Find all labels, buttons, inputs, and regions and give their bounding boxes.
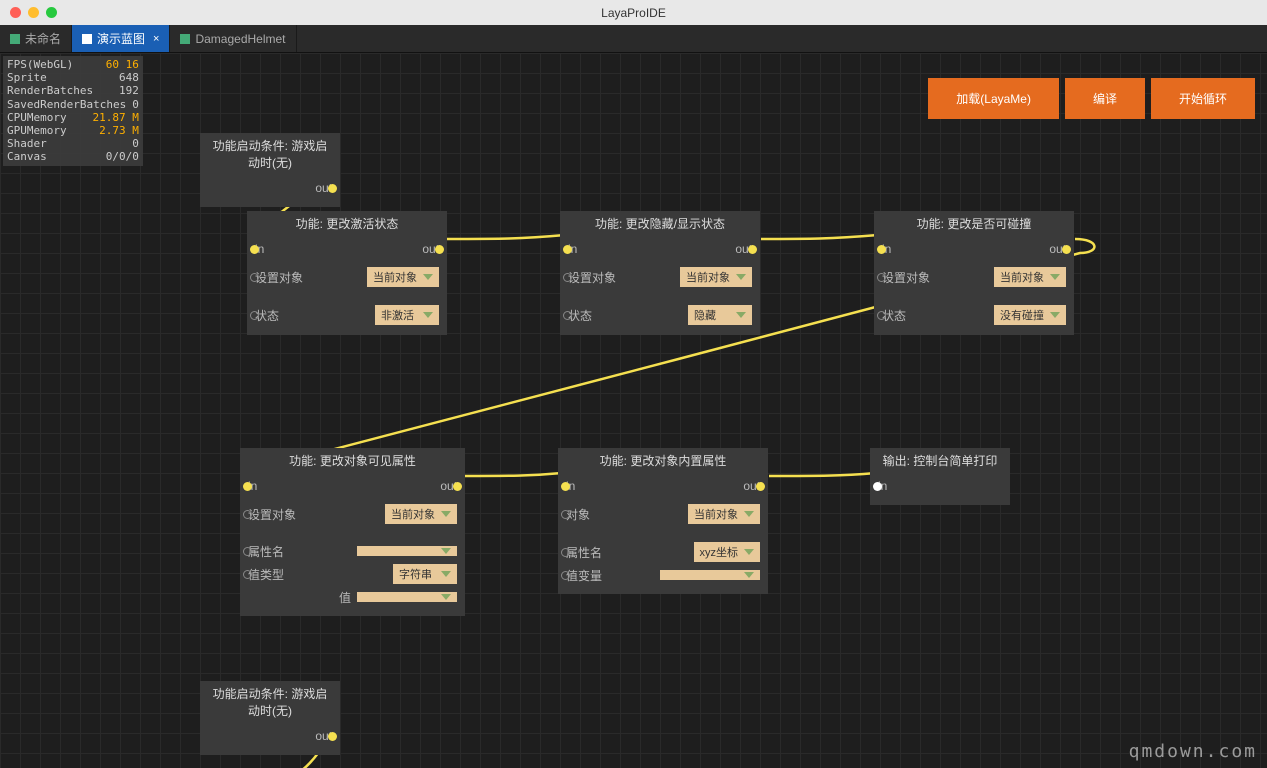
port-in[interactable] [561, 482, 570, 491]
port-out[interactable] [328, 732, 337, 741]
target-dropdown[interactable]: 当前对象 [680, 267, 752, 287]
window-title: LayaProIDE [601, 6, 666, 20]
port-in[interactable] [561, 548, 570, 557]
port-out[interactable] [1062, 245, 1071, 254]
port-in[interactable] [877, 273, 886, 282]
port-in[interactable] [563, 311, 572, 320]
target-dropdown[interactable]: 当前对象 [385, 504, 457, 524]
close-icon[interactable]: × [153, 33, 159, 45]
port-out[interactable] [435, 245, 444, 254]
wires [0, 53, 1267, 768]
object-dropdown[interactable]: 当前对象 [688, 504, 760, 524]
port-out[interactable] [328, 184, 337, 193]
port-in[interactable] [243, 547, 252, 556]
tab-unnamed[interactable]: 未命名 [0, 25, 72, 52]
port-in[interactable] [243, 570, 252, 579]
port-in[interactable] [877, 245, 886, 254]
port-in[interactable] [250, 273, 259, 282]
valtype-dropdown[interactable]: 字符串 [393, 564, 457, 584]
load-button[interactable]: 加载(LayaMe) [928, 78, 1059, 119]
node-canvas[interactable]: FPS(WebGL)60 16 Sprite648 RenderBatches1… [0, 53, 1267, 768]
node-collision[interactable]: 功能: 更改是否可碰撞 inout 设置对象当前对象 状态没有碰撞 [874, 211, 1074, 335]
port-in[interactable] [243, 482, 252, 491]
file-icon [10, 34, 20, 44]
port-out[interactable] [453, 482, 462, 491]
node-start-1[interactable]: 功能启动条件: 游戏启动时(无) out [200, 133, 340, 207]
port-in[interactable] [873, 482, 882, 491]
node-builtin-prop[interactable]: 功能: 更改对象内置属性 inout 对象当前对象 属性名xyz坐标 值变量 [558, 448, 768, 594]
port-in[interactable] [250, 245, 259, 254]
titlebar: LayaProIDE [0, 0, 1267, 25]
tab-damagedhelmet[interactable]: DamagedHelmet [170, 25, 296, 52]
file-icon [82, 34, 92, 44]
node-activate[interactable]: 功能: 更改激活状态 inout 设置对象当前对象 状态非激活 [247, 211, 447, 335]
value-input[interactable] [357, 592, 457, 602]
node-visibility[interactable]: 功能: 更改隐藏/显示状态 inout 设置对象当前对象 状态隐藏 [560, 211, 760, 335]
watermark: qmdown.com [1129, 741, 1257, 762]
port-in[interactable] [243, 510, 252, 519]
node-start-2[interactable]: 功能启动条件: 游戏启动时(无) out [200, 681, 340, 755]
status-dropdown[interactable]: 非激活 [375, 305, 439, 325]
maximize-window-icon[interactable] [46, 7, 57, 18]
minimize-window-icon[interactable] [28, 7, 39, 18]
tabbar: 未命名 演示蓝图× DamagedHelmet [0, 25, 1267, 53]
start-loop-button[interactable]: 开始循环 [1151, 78, 1255, 119]
port-out[interactable] [748, 245, 757, 254]
target-dropdown[interactable]: 当前对象 [367, 267, 439, 287]
stats-panel: FPS(WebGL)60 16 Sprite648 RenderBatches1… [3, 56, 143, 166]
node-visible-prop[interactable]: 功能: 更改对象可见属性 inout 设置对象当前对象 属性名 值类型字符串 值 [240, 448, 465, 616]
port-in[interactable] [250, 311, 259, 320]
window-controls [10, 7, 57, 18]
propname-dropdown[interactable] [357, 546, 457, 556]
port-in[interactable] [561, 571, 570, 580]
file-icon [180, 34, 190, 44]
port-in[interactable] [561, 510, 570, 519]
node-console-print[interactable]: 输出: 控制台简单打印 in [870, 448, 1010, 505]
port-in[interactable] [563, 273, 572, 282]
close-window-icon[interactable] [10, 7, 21, 18]
status-dropdown[interactable]: 隐藏 [688, 305, 752, 325]
target-dropdown[interactable]: 当前对象 [994, 267, 1066, 287]
action-buttons: 加载(LayaMe) 编译 开始循环 [928, 78, 1255, 119]
tab-blueprint[interactable]: 演示蓝图× [72, 25, 170, 52]
compile-button[interactable]: 编译 [1065, 78, 1145, 119]
status-dropdown[interactable]: 没有碰撞 [994, 305, 1066, 325]
valvar-input[interactable] [660, 570, 760, 580]
port-in[interactable] [877, 311, 886, 320]
port-in[interactable] [563, 245, 572, 254]
port-out[interactable] [756, 482, 765, 491]
propname-dropdown[interactable]: xyz坐标 [694, 542, 761, 562]
